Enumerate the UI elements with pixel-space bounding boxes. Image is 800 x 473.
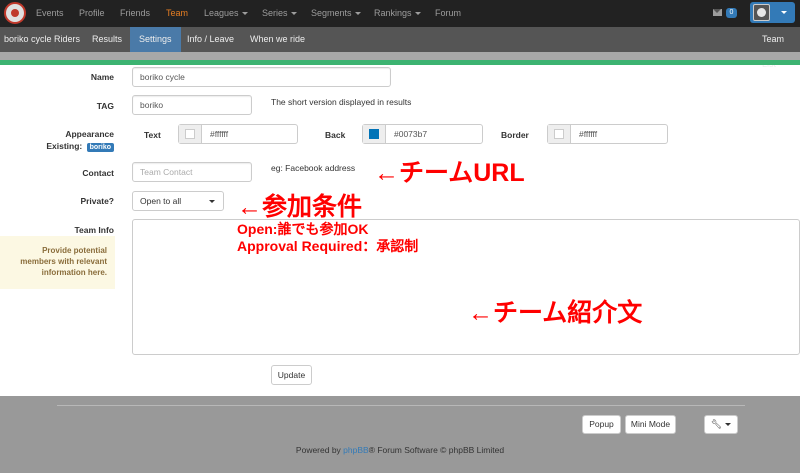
contact-label: Contact (82, 168, 114, 178)
existing-label: Existing: boriko (46, 141, 114, 152)
private-select[interactable]: Open to all (132, 191, 224, 211)
powered-prefix: Powered by (295, 445, 344, 455)
nav-segments-label: Segments (311, 8, 352, 18)
back-color-label: Back (325, 130, 346, 140)
contact-help-text: eg: Facebook address (271, 163, 356, 173)
existing-label-text: Existing: (46, 141, 83, 151)
text-color-swatch (185, 129, 195, 139)
team-info-label: Team Info (74, 225, 114, 235)
nav-events[interactable]: Events (36, 8, 64, 18)
name-label: Name (90, 72, 114, 82)
chevron-down-icon (209, 200, 215, 203)
subnav-results[interactable]: Results (92, 27, 122, 52)
annotation-approval-note: Approval Required：承認制 (237, 238, 419, 254)
team-subnav: boriko cycle Riders Results Settings Inf… (0, 27, 800, 69)
team-contact-input[interactable]: Team Contact (132, 162, 252, 182)
subnav-when-we-ride[interactable]: When we ride (250, 27, 305, 52)
header-divider (0, 52, 800, 60)
subnav-info-leave[interactable]: Info / Leave (187, 27, 234, 52)
mail-icon[interactable] (713, 9, 722, 16)
nav-series[interactable]: Series (262, 8, 297, 18)
page-footer: Popup Mini Mode 🔧︎ Powered by phpBB® For… (0, 396, 800, 473)
border-color-swatch (554, 129, 564, 139)
border-color-swatch-addon[interactable] (548, 125, 571, 143)
back-color-swatch-addon[interactable] (363, 125, 386, 143)
back-color-field[interactable]: #0073b7 (362, 124, 483, 144)
nav-friends[interactable]: Friends (120, 8, 150, 18)
zwiftpower-logo-icon[interactable] (4, 2, 26, 24)
private-select-value: Open to all (140, 196, 182, 206)
nav-leagues-label: Leagues (204, 8, 239, 18)
chevron-down-icon (241, 12, 248, 15)
subnav-team-riders[interactable]: boriko cycle Riders (4, 27, 80, 52)
popup-button[interactable]: Popup (582, 415, 621, 434)
phpbb-link[interactable]: phpBB (343, 445, 369, 455)
tag-label: TAG (96, 101, 114, 111)
nav-profile[interactable]: Profile (79, 8, 105, 18)
nav-forum[interactable]: Forum (435, 8, 461, 18)
chevron-down-icon (414, 12, 421, 15)
annotation-join-condition: ←参加条件 (237, 193, 363, 221)
nav-rankings[interactable]: Rankings (374, 8, 421, 18)
hint-line: information here. (41, 268, 107, 277)
chevron-down-icon (290, 12, 297, 15)
text-color-value: #ffffff (210, 129, 229, 139)
text-color-field[interactable]: #ffffff (178, 124, 298, 144)
team-info-hint: Provide potential members with relevant … (0, 236, 115, 289)
header-accent-bar (0, 60, 800, 65)
back-color-swatch (369, 129, 379, 139)
back-color-value: #0073b7 (394, 129, 428, 139)
tag-help-text: The short version displayed in results (271, 97, 412, 107)
annotation-team-intro: ←チーム紹介文 (468, 299, 643, 327)
team-tag-input[interactable]: boriko (132, 95, 252, 115)
top-navbar: Events Profile Friends Team Leagues Seri… (0, 0, 800, 27)
settings-menu-button[interactable]: 🔧︎ (704, 415, 738, 434)
team-tag-badge: boriko (86, 143, 114, 152)
hint-line: Provide potential (42, 246, 107, 255)
nav-series-label: Series (262, 8, 288, 18)
wrench-icon: 🔧︎ (710, 419, 723, 429)
chevron-down-icon (781, 11, 787, 14)
user-menu-button[interactable] (750, 2, 795, 23)
text-color-swatch-addon[interactable] (179, 125, 202, 143)
hint-line: members with relevant (20, 257, 107, 266)
powered-suffix: ® Forum Software © phpBB Limited (368, 445, 505, 455)
nav-leagues[interactable]: Leagues (204, 8, 248, 18)
border-color-value: #ffffff (579, 129, 598, 139)
subnav-team-list[interactable]: Team List (762, 27, 800, 69)
mail-count-badge[interactable]: 0 (726, 8, 737, 18)
appearance-label: Appearance (65, 129, 114, 139)
footer-divider (57, 405, 745, 406)
nav-team[interactable]: Team (166, 8, 188, 18)
annotation-team-url: ←チームURL (374, 159, 525, 187)
powered-by-text: Powered by phpBB® Forum Software © phpBB… (0, 445, 800, 455)
private-label: Private? (80, 196, 114, 206)
team-info-textarea[interactable] (132, 219, 800, 355)
chevron-down-icon (354, 12, 361, 15)
mini-mode-button[interactable]: Mini Mode (625, 415, 676, 434)
team-name-input[interactable]: boriko cycle (132, 67, 391, 87)
chevron-down-icon (725, 423, 732, 426)
user-avatar-icon (753, 4, 770, 21)
subnav-settings[interactable]: Settings (130, 27, 181, 52)
text-color-label: Text (144, 130, 161, 140)
border-color-label: Border (501, 130, 529, 140)
border-color-field[interactable]: #ffffff (547, 124, 668, 144)
update-button[interactable]: Update (271, 365, 312, 385)
nav-rankings-label: Rankings (374, 8, 412, 18)
nav-segments[interactable]: Segments (311, 8, 361, 18)
